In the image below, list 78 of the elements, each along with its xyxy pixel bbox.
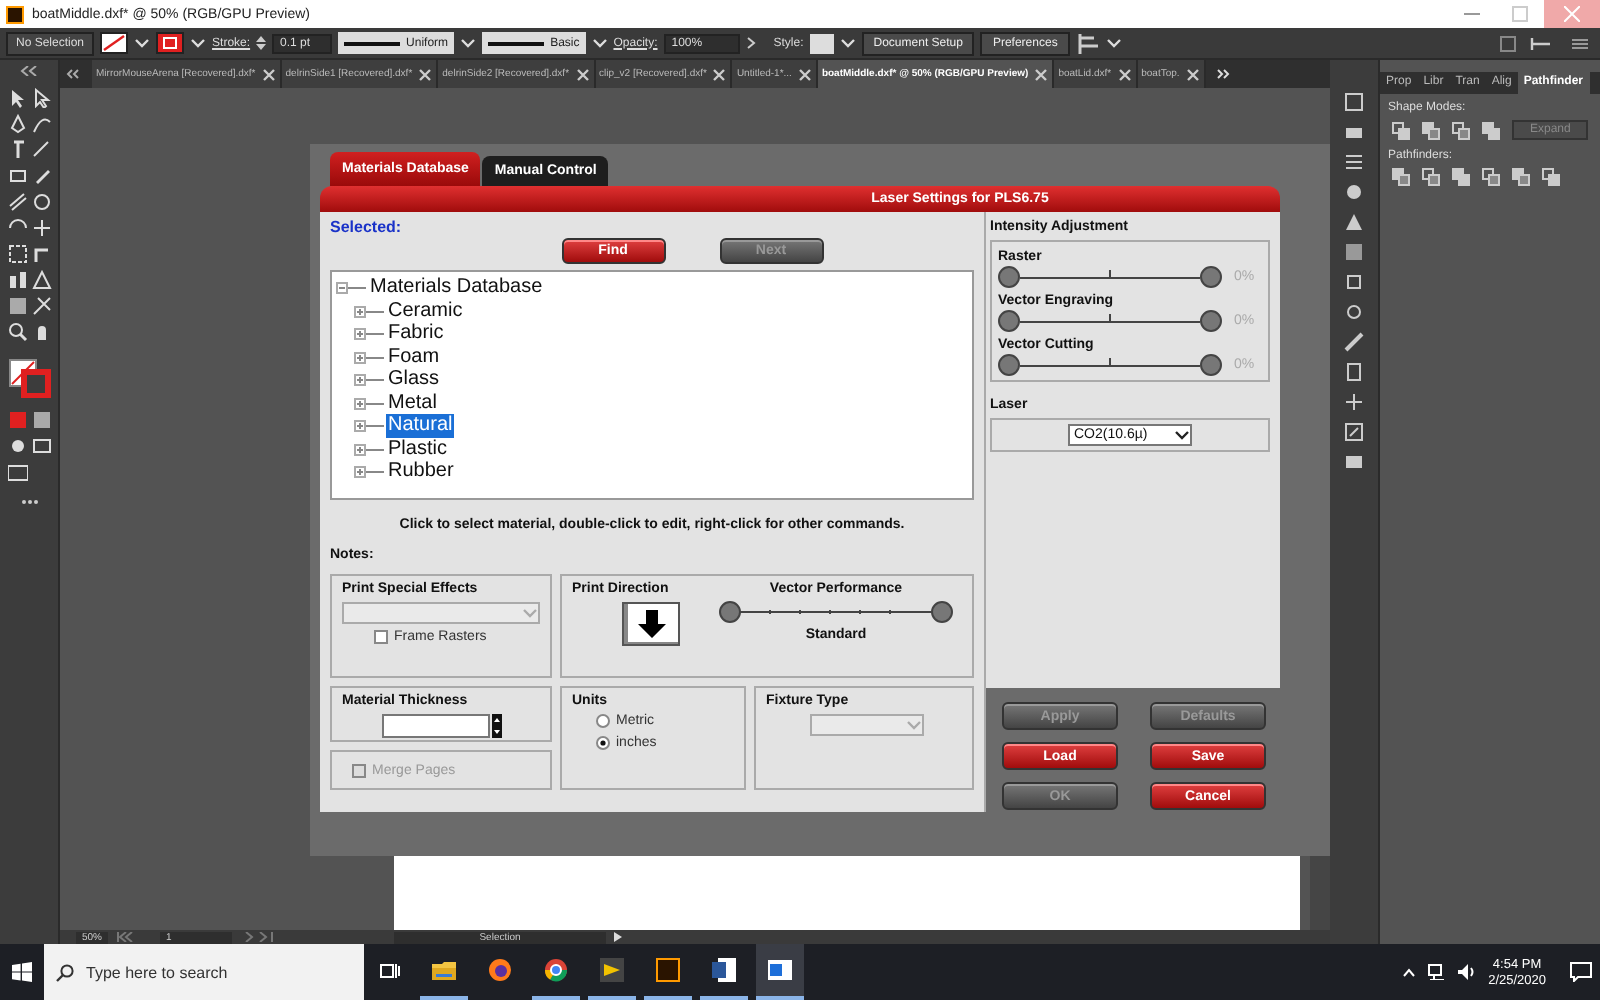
- close-icon[interactable]: [418, 67, 433, 81]
- tree-item[interactable]: Glass: [386, 368, 442, 391]
- expand-icon[interactable]: [354, 464, 384, 479]
- volume-icon[interactable]: [1458, 964, 1477, 980]
- expand-icon[interactable]: [354, 418, 384, 433]
- collapse-icon[interactable]: [336, 280, 366, 295]
- intensity-slider[interactable]: [998, 354, 1222, 376]
- folder-icon[interactable]: [432, 958, 456, 982]
- network-icon[interactable]: [1428, 964, 1447, 980]
- wheel-icon[interactable]: [544, 958, 568, 982]
- chevron-right-icon[interactable]: [745, 36, 756, 50]
- spin-buttons[interactable]: [491, 714, 501, 738]
- close-icon[interactable]: [1034, 67, 1049, 81]
- radio-button[interactable]: [596, 714, 610, 728]
- play-icon[interactable]: [614, 932, 623, 942]
- expand-icon[interactable]: [354, 441, 384, 456]
- nav-arrows-icon[interactable]: [240, 932, 277, 942]
- app-logo-icon: [6, 5, 24, 23]
- spinner-icon[interactable]: [256, 34, 267, 52]
- radio-button[interactable]: [596, 736, 610, 750]
- fill-stroke-icon[interactable]: [7, 358, 51, 398]
- tree-item[interactable]: Rubber: [386, 460, 456, 483]
- fill-swatch[interactable]: [100, 32, 129, 54]
- checkbox[interactable]: [374, 630, 388, 644]
- expand-icon[interactable]: [354, 349, 384, 364]
- selected-label: Selected:: [330, 218, 404, 236]
- tool-icon[interactable]: [7, 322, 27, 342]
- close-icon[interactable]: [797, 67, 812, 81]
- search-icon: [56, 963, 74, 981]
- performance-scale-drawing[interactable]: [718, 600, 954, 624]
- tool-icon[interactable]: [31, 218, 51, 238]
- tree-item[interactable]: Metal: [386, 391, 439, 414]
- expand-icon[interactable]: [354, 326, 384, 341]
- close-icon[interactable]: [712, 67, 727, 81]
- print-direction-button[interactable]: [622, 602, 680, 646]
- notifications-icon[interactable]: [1570, 962, 1592, 982]
- panel-icon[interactable]: [1344, 152, 1364, 172]
- expand-icon[interactable]: [354, 372, 384, 387]
- more-icon[interactable]: [19, 498, 39, 506]
- document-icon[interactable]: [712, 958, 736, 982]
- app-icon[interactable]: [656, 958, 680, 982]
- arrange-icon[interactable]: [1500, 35, 1516, 51]
- tool-icon[interactable]: [7, 192, 27, 212]
- panel-icon[interactable]: [1344, 422, 1364, 442]
- close-icon[interactable]: [1185, 67, 1200, 81]
- tree-item[interactable]: Ceramic: [386, 299, 465, 322]
- caret-icon[interactable]: [1174, 428, 1190, 442]
- tool-icon[interactable]: [7, 270, 27, 290]
- collapse-icon[interactable]: [19, 66, 39, 76]
- menu-icon[interactable]: [1572, 35, 1588, 51]
- close-icon[interactable]: [1117, 67, 1132, 81]
- thickness-field[interactable]: [381, 714, 489, 738]
- panel-icon[interactable]: [1344, 392, 1364, 412]
- tree-item[interactable]: Natural: [386, 414, 455, 437]
- align-icon[interactable]: [1075, 33, 1100, 53]
- search-field[interactable]: Type here to search: [44, 944, 364, 1000]
- style-swatch[interactable]: [809, 33, 834, 53]
- intensity-slider[interactable]: [998, 310, 1222, 332]
- close-icon[interactable]: [261, 67, 276, 81]
- tree-item[interactable]: Foam: [386, 345, 442, 368]
- window-icon[interactable]: [768, 958, 792, 982]
- stroke-swatch[interactable]: [156, 32, 185, 54]
- start-icon[interactable]: [12, 962, 32, 982]
- expand-icon[interactable]: [354, 395, 384, 410]
- globe-icon[interactable]: [488, 958, 512, 982]
- tree-item[interactable]: Fabric: [386, 322, 446, 345]
- task-view-icon[interactable]: [377, 961, 399, 979]
- panel-icon[interactable]: [1344, 452, 1364, 472]
- down-arrow-icon: [637, 610, 665, 638]
- expand-icon[interactable]: [354, 303, 384, 318]
- transform-icon[interactable]: [1530, 35, 1554, 51]
- play-icon[interactable]: [600, 958, 624, 982]
- chevron-up-icon[interactable]: [1402, 967, 1417, 977]
- intensity-slider[interactable]: [998, 266, 1222, 288]
- close-icon[interactable]: [575, 67, 590, 81]
- tree-item[interactable]: Materials Database: [368, 276, 545, 299]
- tree-item[interactable]: Plastic: [386, 437, 449, 460]
- tool-icon[interactable]: [31, 296, 51, 316]
